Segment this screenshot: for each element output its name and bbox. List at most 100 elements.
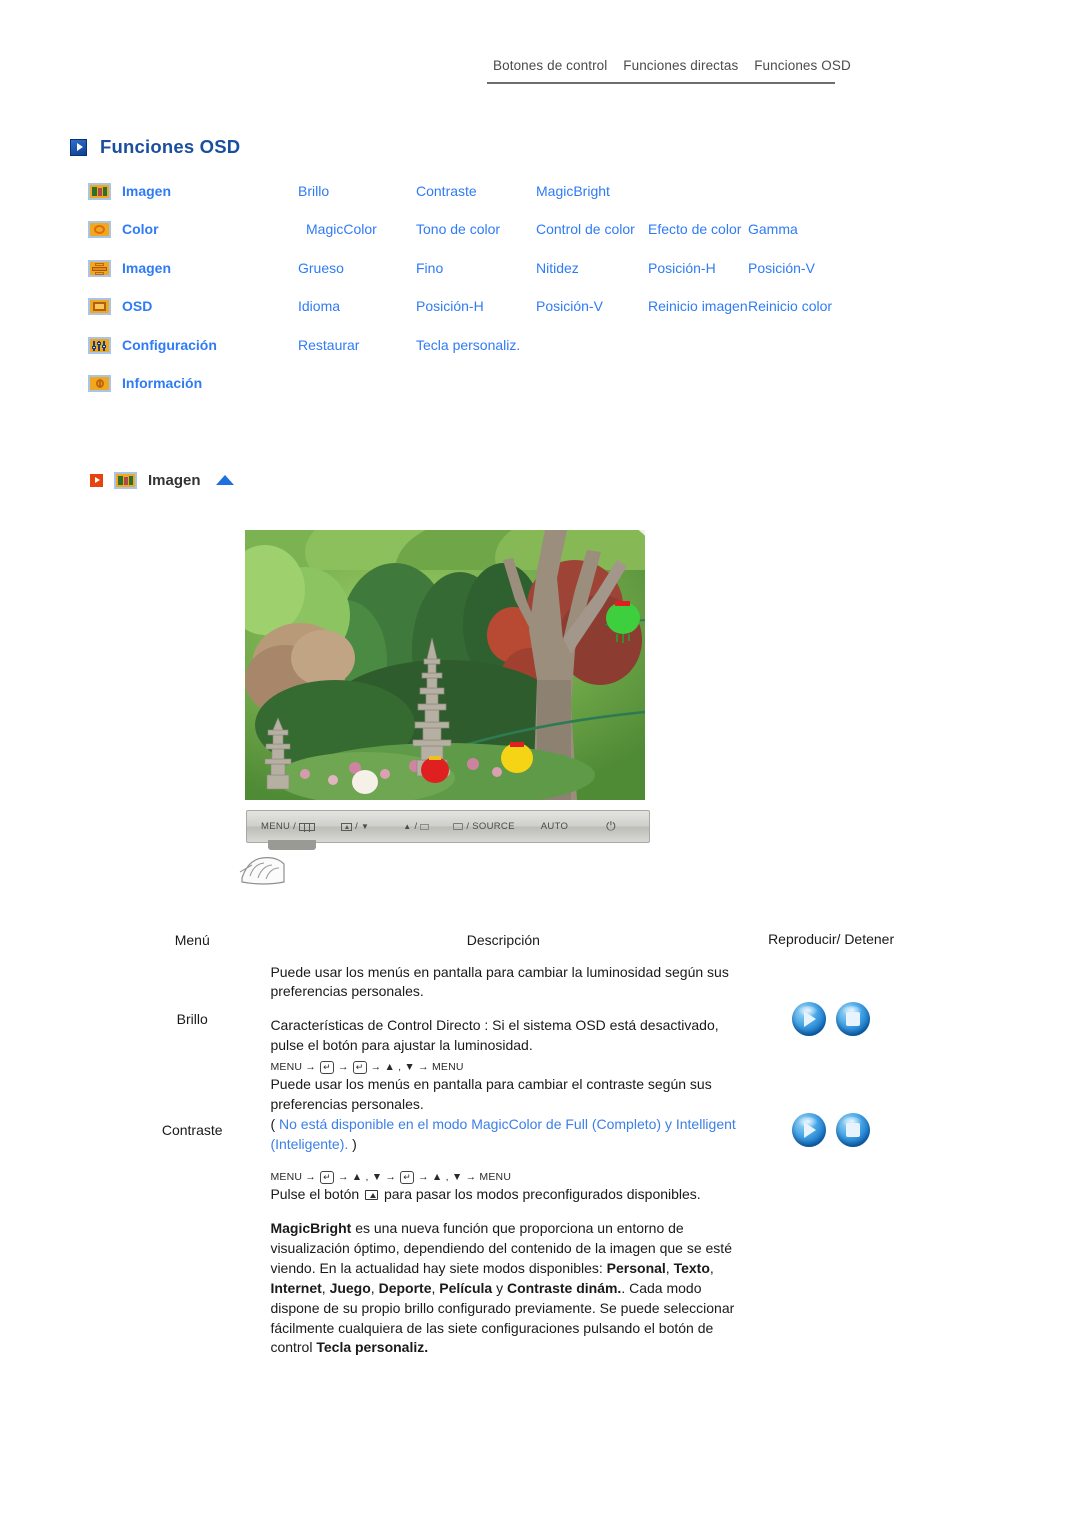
menu-item-idioma[interactable]: Idioma (298, 297, 416, 335)
blue-arrow-icon (70, 138, 87, 156)
menu-item-empty-10 (748, 374, 868, 412)
menu-map-category-imagen-2[interactable]: Imagen (122, 259, 298, 297)
brillo-paragraph-2: Características de Control Directo : Si … (270, 1017, 719, 1054)
osd-description-table: Menú Descripción Reproducir/ Detener Bri… (120, 930, 920, 1358)
mode-pelicula: Película (439, 1279, 493, 1296)
note-paren-close: ) (352, 1135, 357, 1152)
row-play-stop-magicbright (742, 1185, 920, 1358)
menu-item-posicion-h[interactable]: Posición-H (648, 259, 748, 297)
column-header-description: Descripción (466, 931, 540, 948)
play-button[interactable] (792, 1113, 827, 1148)
play-stop-buttons (743, 1113, 919, 1148)
menu-item-control-de-color[interactable]: Control de color (536, 220, 648, 258)
row-description-magicbright: Pulse el botón para pasar los modos prec… (264, 1185, 742, 1358)
section-label: Imagen (148, 471, 201, 489)
monitor-sample-photo (245, 530, 645, 800)
page-title: Funciones OSD (100, 136, 241, 157)
row-label-brillo: Brillo (176, 1010, 208, 1027)
mode-juego: Juego (329, 1279, 371, 1296)
menu-item-tono-de-color[interactable]: Tono de color (416, 220, 536, 258)
mode-deporte: Deporte (378, 1279, 432, 1296)
menu-map-category-color[interactable]: Color (122, 220, 298, 258)
menu-item-restaurar[interactable]: Restaurar (298, 336, 416, 374)
enter-key-icon: ↵ (352, 1060, 367, 1074)
pressed-button-shadow (268, 840, 316, 850)
keyseq-menu-end: MENU (431, 1061, 464, 1073)
menu-map-category-informacion[interactable]: Información (122, 374, 298, 412)
table-row: Brillo Puede usar los menús en pantalla … (120, 963, 920, 1075)
row-description-contraste: Puede usar los menús en pantalla para ca… (264, 1075, 742, 1185)
table-row: Contraste Puede usar los menús en pantal… (120, 1075, 920, 1185)
brillo-key-sequence: MENU → ↵ → ↵ → ▲ , ▼ → MENU (270, 1060, 464, 1074)
menu-map-category-osd[interactable]: OSD (122, 297, 298, 335)
menu-item-brillo[interactable]: Brillo (298, 182, 416, 220)
enter-key-icon: ↵ (320, 1171, 334, 1185)
menu-item-empty-3 (536, 336, 648, 374)
magicbright-down-button[interactable]: / ▼ (341, 821, 369, 832)
row-play-stop-brillo (742, 963, 920, 1075)
menu-item-grueso[interactable]: Grueso (298, 259, 416, 297)
menu-item-tecla-personaliz[interactable]: Tecla personaliz. (416, 336, 536, 374)
contraste-key-sequence: MENU → ↵ → ▲ , ▼ → ↵ → ▲ , ▼ → MENU (270, 1171, 512, 1185)
menu-item-empty-8 (536, 374, 648, 412)
menu-item-reinicio-color[interactable]: Reinicio color (748, 297, 868, 335)
magicbright-paragraph-2: MagicBright es una nueva función que pro… (270, 1220, 735, 1356)
menu-map-category-imagen[interactable]: Imagen (122, 182, 298, 220)
table-row: Imagen Brillo Contraste MagicBright (88, 182, 868, 220)
breadcrumb-item-osd-functions[interactable]: Funciones OSD (754, 58, 851, 73)
menu-item-empty-1 (648, 182, 748, 220)
source-enter-button[interactable]: / SOURCE (453, 821, 514, 832)
row-play-stop-contraste (742, 1075, 920, 1185)
mb-press-text-2: para pasar los modos preconfigurados dis… (383, 1186, 701, 1203)
mode-texto: Texto (673, 1259, 710, 1276)
menu-item-empty-2 (748, 182, 868, 220)
breadcrumb-item-direct-functions[interactable]: Funciones directas (623, 58, 738, 73)
contraste-note-line: ( No está disponible en el modo MagicCol… (270, 1115, 742, 1155)
color-icon (88, 221, 111, 239)
magicbright-paragraph-1: Pulse el botón para pasar los modos prec… (270, 1185, 742, 1205)
auto-button[interactable]: AUTO (541, 821, 568, 832)
menu-item-nitidez[interactable]: Nitidez (536, 259, 648, 297)
menu-item-reinicio-imagen[interactable]: Reinicio imagen (648, 297, 748, 335)
menu-item-magiccolor[interactable]: MagicColor (298, 220, 416, 258)
slash-1: / (355, 821, 359, 832)
breadcrumb: Botones de control Funciones directas Fu… (487, 58, 851, 84)
column-header-menu: Menú (174, 931, 210, 948)
enter-icon (453, 823, 464, 830)
mode-contraste-dinam: Contraste dinám. (506, 1279, 622, 1296)
info-icon (88, 375, 111, 393)
stop-button[interactable] (836, 1113, 871, 1148)
play-button[interactable] (792, 1001, 827, 1036)
menu-item-posicion-v-2[interactable]: Posición-V (536, 297, 648, 335)
menu-button[interactable]: MENU / (261, 821, 316, 832)
column-header-play-stop-line1: Reproducir/ Detener (768, 931, 895, 947)
magicbright-button-icon (365, 1190, 379, 1201)
breadcrumb-item-control-buttons[interactable]: Botones de control (493, 58, 607, 73)
menu-item-posicion-h-2[interactable]: Posición-H (416, 297, 536, 335)
menu-map-icon-cell (88, 182, 122, 220)
menu-item-empty-5 (748, 336, 868, 374)
collapse-triangle-icon[interactable] (215, 475, 234, 485)
menu-item-contraste[interactable]: Contraste (416, 182, 536, 220)
menu-button-label: MENU / (261, 821, 297, 832)
menu-item-magicbright[interactable]: MagicBright (536, 182, 648, 220)
power-button[interactable]: ⏻ (606, 819, 616, 834)
magicbright-icon (341, 822, 353, 831)
menu-map-icon-cell (88, 336, 122, 374)
menu-item-efecto-de-color[interactable]: Efecto de color (648, 220, 748, 258)
menu-item-gamma[interactable]: Gamma (748, 220, 868, 258)
keyseq-menu-end: MENU (479, 1171, 512, 1184)
table-header-row: Menú Descripción Reproducir/ Detener (120, 930, 920, 963)
brillo-paragraph-1: Puede usar los menús en pantalla para ca… (270, 963, 729, 1000)
stop-button[interactable] (836, 1001, 871, 1036)
table-row: Imagen Grueso Fino Nitidez Posición-H Po… (88, 259, 868, 297)
source-label: / SOURCE (466, 821, 515, 832)
play-stop-buttons (743, 1001, 919, 1036)
menu-map-category-configuracion[interactable]: Configuración (122, 336, 298, 374)
mb-tecla-personaliz: Tecla personaliz. (316, 1339, 429, 1356)
row-description-brillo: Puede usar los menús en pantalla para ca… (264, 963, 742, 1075)
auto-label: AUTO (540, 821, 569, 832)
menu-item-posicion-v[interactable]: Posición-V (748, 259, 868, 297)
up-volume-button[interactable]: ▲ / (403, 821, 430, 832)
menu-item-fino[interactable]: Fino (416, 259, 536, 297)
